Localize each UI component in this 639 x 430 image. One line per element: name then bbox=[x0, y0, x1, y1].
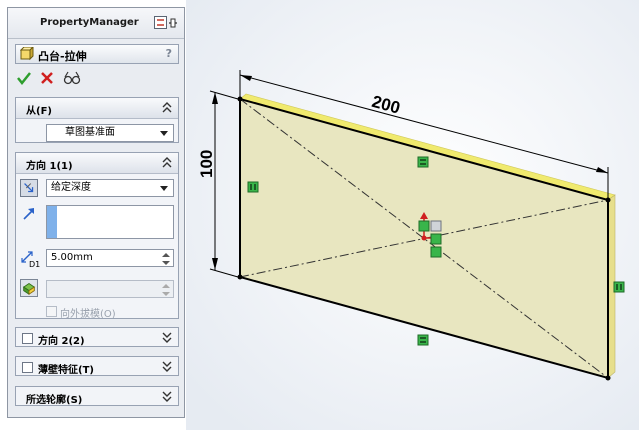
draft-outward-label: 向外拔模(O) bbox=[60, 309, 116, 320]
direction1-group-header[interactable]: 方向 1(1) bbox=[16, 153, 178, 174]
direction1-group-title: 方向 1(1) bbox=[26, 161, 73, 172]
draft-outward-checkbox bbox=[46, 306, 57, 317]
property-manager-title: PropertyManager bbox=[40, 17, 139, 28]
selected-contours-group[interactable]: 所选轮廓(S) bbox=[15, 386, 179, 406]
property-manager-header: PropertyManager bbox=[8, 8, 184, 39]
thin-feature-group[interactable]: 薄壁特征(T) bbox=[15, 356, 179, 376]
boss-extrude-icon bbox=[20, 47, 34, 61]
depth-input[interactable]: 5.00mm bbox=[46, 249, 174, 267]
direction2-title: 方向 2(2) bbox=[38, 336, 85, 347]
sketch-point[interactable] bbox=[237, 96, 243, 102]
chevron-up-icon[interactable] bbox=[162, 156, 172, 168]
draft-toggle-icon[interactable] bbox=[20, 279, 38, 297]
graphics-area[interactable]: 200 100 bbox=[186, 0, 639, 430]
sketch-point[interactable] bbox=[237, 274, 243, 280]
pin-icon[interactable] bbox=[154, 16, 178, 30]
vertical-relation-icon[interactable] bbox=[613, 281, 625, 293]
selection-focus-bar bbox=[47, 206, 57, 238]
thin-feature-checkbox[interactable] bbox=[22, 362, 33, 373]
from-group-title: 从(F) bbox=[26, 106, 52, 117]
dropdown-arrow-icon bbox=[160, 131, 168, 136]
start-condition-select[interactable]: 草图基准面 bbox=[46, 124, 174, 142]
start-condition-value: 草图基准面 bbox=[65, 127, 115, 138]
midpoint-relation-icon[interactable] bbox=[418, 220, 430, 232]
midpoint-relation-icon[interactable] bbox=[430, 233, 442, 245]
draft-angle-input bbox=[46, 280, 174, 298]
chevron-up-icon[interactable] bbox=[162, 101, 172, 113]
help-button[interactable]: ? bbox=[166, 47, 172, 60]
midpoint-relation-icon[interactable] bbox=[430, 246, 442, 258]
coincident-relation-icon[interactable] bbox=[430, 220, 442, 232]
horizontal-relation-icon[interactable] bbox=[417, 156, 429, 168]
direction1-group: 方向 1(1) 给定深度 D1 5.00mm 向外拔模(O) bbox=[15, 152, 179, 320]
chevron-down-icon[interactable] bbox=[162, 331, 172, 343]
selected-contours-title: 所选轮廓(S) bbox=[26, 395, 83, 406]
from-group-header[interactable]: 从(F) bbox=[16, 98, 178, 119]
direction2-checkbox[interactable] bbox=[22, 333, 33, 344]
detailed-preview-icon[interactable] bbox=[63, 71, 81, 85]
sketch-point[interactable] bbox=[605, 375, 611, 381]
direction-vector-icon bbox=[23, 208, 34, 220]
dimension-height-text[interactable]: 100 bbox=[197, 150, 216, 178]
dropdown-arrow-icon bbox=[160, 186, 168, 191]
thin-feature-title: 薄壁特征(T) bbox=[38, 365, 94, 376]
feature-title: 凸台-拉伸 bbox=[38, 50, 87, 63]
ok-check-icon[interactable] bbox=[17, 71, 31, 85]
chevron-down-icon[interactable] bbox=[162, 360, 172, 372]
depth-label: D1 bbox=[29, 260, 41, 269]
end-condition-value: 给定深度 bbox=[51, 182, 91, 193]
cancel-x-icon[interactable] bbox=[40, 71, 54, 85]
draft-spinner-icon bbox=[162, 284, 170, 296]
property-manager-panel: PropertyManager 凸台-拉伸 ? 从(F) 草图基准面 方向 1(… bbox=[7, 7, 185, 418]
direction2-group[interactable]: 方向 2(2) bbox=[15, 327, 179, 347]
horizontal-relation-icon[interactable] bbox=[417, 334, 429, 346]
depth-spinner-icon[interactable] bbox=[160, 251, 172, 267]
from-group: 从(F) 草图基准面 bbox=[15, 97, 179, 143]
vertical-relation-icon[interactable] bbox=[247, 181, 259, 193]
reverse-direction-icon[interactable] bbox=[20, 179, 38, 197]
end-condition-select[interactable]: 给定深度 bbox=[46, 179, 174, 197]
sketch-point[interactable] bbox=[605, 197, 611, 203]
feature-title-bar: 凸台-拉伸 ? bbox=[15, 44, 179, 64]
chevron-down-icon[interactable] bbox=[162, 390, 172, 402]
depth-value: 5.00mm bbox=[51, 252, 93, 263]
direction-selection-box[interactable] bbox=[46, 205, 174, 239]
